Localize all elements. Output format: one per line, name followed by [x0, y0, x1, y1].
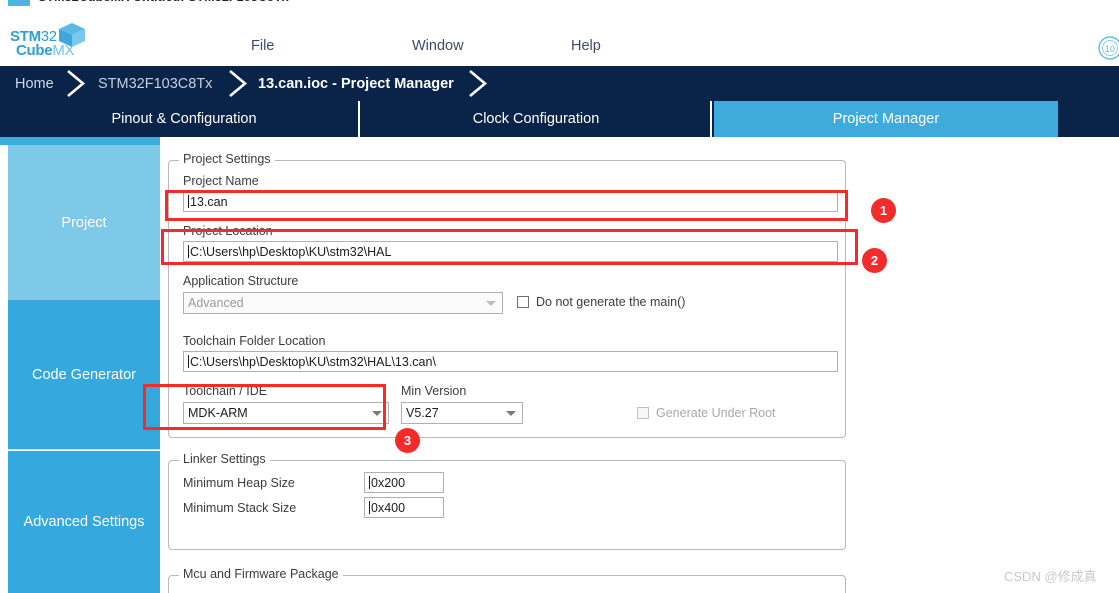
text-caret — [188, 245, 189, 258]
linker-settings-title: Linker Settings — [179, 452, 270, 466]
chevron-down-icon — [506, 411, 516, 416]
app-cube-icon — [8, 0, 30, 6]
stm32cubemx-logo: STM32 CubeMX — [8, 20, 88, 62]
breadcrumb: Home STM32F103C8Tx 13.can.ioc - Project … — [0, 66, 1119, 101]
breadcrumb-chevron-icon — [60, 66, 94, 101]
annotation-badge-1: 1 — [871, 198, 896, 223]
mcu-firmware-package-group: Mcu and Firmware Package — [168, 567, 846, 593]
project-name-label: Project Name — [183, 174, 259, 188]
checkbox-box — [637, 407, 649, 419]
window-title: STM32CubeMX Untitled: STM32F103C8Tx — [38, 0, 289, 4]
min-version-label: Min Version — [401, 384, 467, 398]
toolchain-folder-input[interactable]: C:\Users\hp\Desktop\KU\stm32\HAL\13.can\ — [183, 351, 838, 372]
window-title-bar: STM32CubeMX Untitled: STM32F103C8Tx — [0, 0, 1119, 8]
toolchain-ide-select[interactable]: MDK-ARM — [183, 402, 389, 424]
text-caret — [188, 195, 189, 208]
min-heap-value: 0x200 — [371, 475, 406, 490]
do-not-generate-main-label: Do not generate the main() — [536, 295, 686, 309]
min-version-value: V5.27 — [406, 406, 439, 420]
do-not-generate-main-checkbox[interactable]: Do not generate the main() — [517, 295, 685, 309]
application-structure-select[interactable]: Advanced — [183, 292, 503, 314]
breadcrumb-item-project[interactable]: 13.can.ioc - Project Manager — [258, 66, 454, 101]
tab-bar-right-cap — [1058, 101, 1119, 137]
sidebar-item-label: Advanced Settings — [23, 514, 145, 530]
breadcrumb-item-home[interactable]: Home — [15, 66, 54, 101]
menu-item-help[interactable]: Help — [571, 38, 601, 54]
toolchain-ide-value: MDK-ARM — [188, 406, 248, 420]
sidebar-item-code-generator[interactable]: Code Generator — [8, 300, 160, 450]
project-name-value: 13.can — [190, 194, 228, 209]
csdn-watermark: CSDN @修成真 — [1004, 569, 1097, 584]
mcu-firmware-package-title: Mcu and Firmware Package — [179, 567, 343, 581]
project-manager-content: Project Settings Project Name 13.can Pro… — [160, 145, 1119, 593]
application-structure-value: Advanced — [188, 296, 244, 310]
project-name-input[interactable]: 13.can — [183, 191, 838, 212]
application-structure-label: Application Structure — [183, 274, 299, 288]
sidebar-item-label: Code Generator — [32, 366, 136, 383]
toolchain-folder-value: C:\Users\hp\Desktop\KU\stm32\HAL\13.can\ — [190, 354, 436, 369]
annotation-badge-3: 3 — [395, 428, 420, 453]
menu-bar: STM32 CubeMX File Window Help 10 — [0, 8, 1119, 66]
main-tab-bar: Pinout & Configuration Clock Configurati… — [0, 101, 1119, 137]
text-caret — [369, 501, 370, 514]
project-location-label: Project Location — [183, 224, 273, 238]
logo-cube-icon — [59, 23, 85, 47]
min-stack-input[interactable]: 0x400 — [364, 497, 444, 518]
checkbox-box — [517, 296, 529, 308]
account-badge-icon[interactable]: 10 — [1097, 35, 1119, 61]
chevron-down-icon — [372, 411, 382, 416]
tab-pinout-configuration[interactable]: Pinout & Configuration — [10, 101, 360, 137]
project-manager-sidebar: Project Code Generator Advanced Settings — [8, 145, 160, 593]
menu-item-window[interactable]: Window — [412, 38, 464, 54]
min-stack-label: Minimum Stack Size — [183, 501, 297, 515]
svg-text:10: 10 — [1105, 44, 1115, 54]
menu-item-file[interactable]: File — [251, 38, 274, 54]
toolchain-folder-label: Toolchain Folder Location — [183, 334, 326, 348]
text-caret — [188, 355, 189, 368]
tab-clock-configuration[interactable]: Clock Configuration — [362, 101, 712, 137]
sidebar-item-project[interactable]: Project — [8, 145, 160, 300]
content-top-gap — [160, 137, 1119, 145]
min-stack-value: 0x400 — [371, 500, 406, 515]
min-heap-input[interactable]: 0x200 — [364, 472, 444, 493]
breadcrumb-chevron-icon — [462, 66, 496, 101]
breadcrumb-item-mcu[interactable]: STM32F103C8Tx — [98, 66, 212, 101]
stm32cubemx-window: STM32CubeMX Untitled: STM32F103C8Tx STM3… — [0, 0, 1119, 593]
project-settings-group: Project Settings Project Name 13.can Pro… — [168, 152, 846, 438]
sidebar-item-label: Project — [61, 214, 107, 231]
generate-under-root-label: Generate Under Root — [656, 406, 776, 420]
sidebar-item-advanced-settings[interactable]: Advanced Settings — [8, 451, 160, 593]
tab-project-manager[interactable]: Project Manager — [714, 101, 1058, 137]
min-heap-label: Minimum Heap Size — [183, 476, 295, 490]
text-caret — [369, 476, 370, 489]
project-location-value: C:\Users\hp\Desktop\KU\stm32\HAL — [190, 244, 392, 259]
generate-under-root-checkbox[interactable]: Generate Under Root — [637, 406, 776, 420]
project-location-input[interactable]: C:\Users\hp\Desktop\KU\stm32\HAL — [183, 241, 838, 262]
annotation-badge-2: 2 — [862, 248, 887, 273]
project-settings-title: Project Settings — [179, 152, 275, 166]
chevron-down-icon — [486, 301, 496, 306]
linker-settings-group: Linker Settings Minimum Heap Size 0x200 … — [168, 452, 846, 550]
breadcrumb-chevron-icon — [222, 66, 256, 101]
min-version-select[interactable]: V5.27 — [401, 402, 523, 424]
toolchain-ide-label: Toolchain / IDE — [183, 384, 268, 398]
